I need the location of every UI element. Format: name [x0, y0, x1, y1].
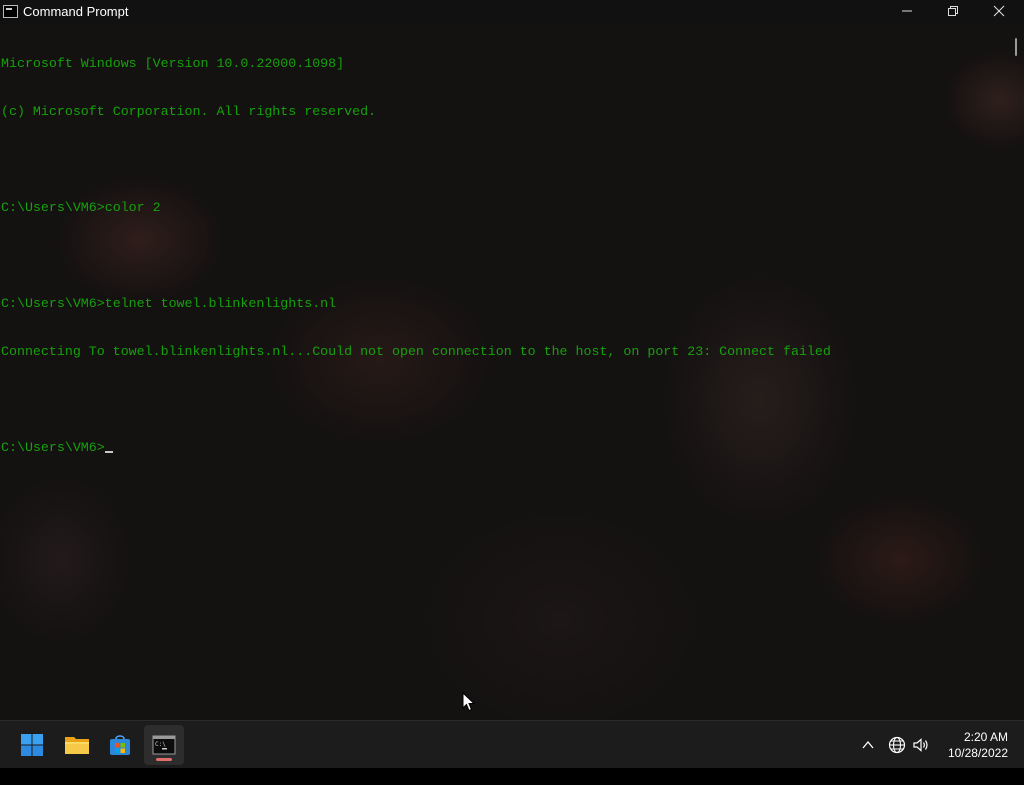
clock-time: 2:20 AM	[963, 730, 1008, 744]
network-button[interactable]	[888, 736, 906, 784]
console-line: (c) Microsoft Corporation. All rights re…	[1, 104, 377, 119]
minimize-button[interactable]	[884, 0, 930, 24]
active-app-indicator	[156, 758, 172, 761]
close-button[interactable]	[976, 0, 1022, 24]
start-button[interactable]	[12, 725, 52, 765]
restore-icon	[948, 6, 958, 16]
window-title: Command Prompt	[23, 4, 129, 19]
clock-button[interactable]: 2:20 AM 10/28/2022	[938, 729, 1008, 761]
vertical-scrollbar[interactable]	[1008, 24, 1024, 720]
terminal-icon: C:\	[152, 735, 176, 755]
cmd-window-icon	[3, 5, 18, 18]
volume-button[interactable]	[912, 736, 930, 784]
store-bag-icon	[110, 735, 130, 755]
restore-button[interactable]	[930, 0, 976, 24]
windows-logo-icon	[21, 734, 43, 756]
clock-date: 10/28/2022	[947, 746, 1008, 760]
command-prompt-window[interactable]: Command Prompt Microsoft Windows [Versio…	[0, 0, 1024, 720]
taskbar: C:\ 2:20 AM 10/28/2022	[0, 720, 1024, 768]
mouse-pointer-icon	[462, 691, 476, 717]
console-output[interactable]: Microsoft Windows [Version 10.0.22000.10…	[0, 24, 1011, 720]
minimize-icon	[902, 10, 912, 12]
chevron-up-icon	[862, 740, 874, 749]
folder-icon	[65, 737, 89, 754]
console-prompt: C:\Users\VM6>	[1, 440, 105, 455]
microsoft-store-button[interactable]	[100, 725, 140, 765]
globe-icon	[888, 736, 906, 754]
title-bar[interactable]: Command Prompt	[0, 0, 1024, 24]
file-explorer-button[interactable]	[56, 725, 96, 765]
svg-text:C:\: C:\	[155, 741, 166, 748]
console-prompt-line[interactable]: C:\Users\VM6>	[1, 440, 1011, 456]
console-line: C:\Users\VM6>color 2	[1, 200, 161, 215]
show-hidden-icons-button[interactable]	[860, 737, 878, 785]
console-line: Microsoft Windows [Version 10.0.22000.10…	[1, 56, 345, 71]
close-icon	[993, 5, 1005, 17]
speaker-icon	[913, 738, 928, 752]
console-line: Connecting To towel.blinkenlights.nl...C…	[1, 344, 831, 359]
text-cursor	[104, 451, 113, 453]
console-line: C:\Users\VM6>telnet towel.blinkenlights.…	[1, 296, 337, 311]
scrollbar-thumb[interactable]	[1015, 38, 1017, 56]
